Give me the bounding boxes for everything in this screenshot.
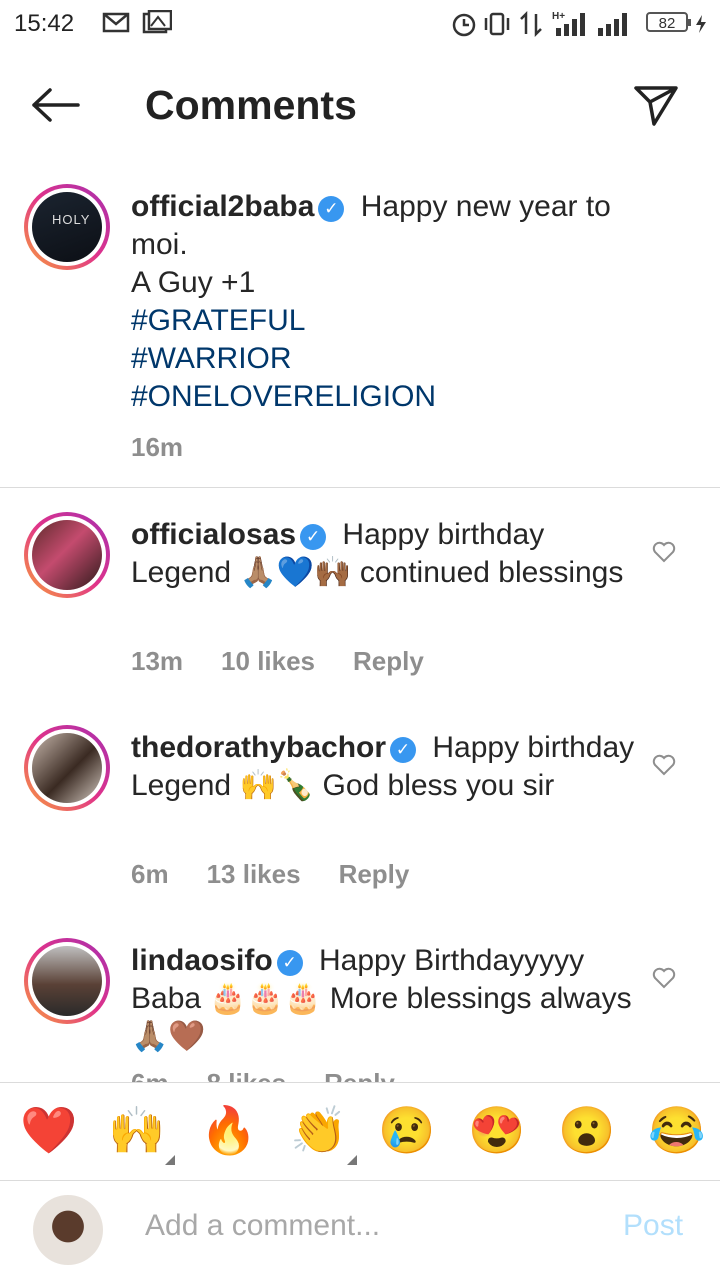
caption-meta: 16m <box>131 432 221 463</box>
heart-like-icon[interactable] <box>652 967 676 989</box>
quick-reactions-bar: ❤️ 🙌 🔥 👏 😢 😍 😮 😂 <box>0 1082 720 1181</box>
caption-time: 16m <box>131 432 184 462</box>
comment-composer: Add a comment... Post <box>0 1180 720 1281</box>
reply-button[interactable]: Reply <box>339 859 410 889</box>
verified-badge-icon: ✓ <box>276 950 303 976</box>
caption-line: A Guy +1 <box>131 266 256 299</box>
post-button[interactable]: Post <box>623 1209 683 1243</box>
hashtag-link[interactable]: #GRATEFUL <box>131 302 641 340</box>
comment-likes[interactable]: 10 likes <box>221 646 315 676</box>
hashtag-link[interactable]: #WARRIOR <box>131 340 641 378</box>
vibrate-icon <box>484 12 510 36</box>
comment-username[interactable]: officialosas <box>131 518 296 551</box>
verified-badge-icon: ✓ <box>300 524 327 550</box>
comment-text: thedorathybachor ✓ Happy birthday Legend … <box>131 729 641 805</box>
comment-text: officialosas ✓ Happy birthday Legend 🙏🏽💙🙌… <box>131 516 641 592</box>
status-time: 15:42 <box>14 10 75 37</box>
signal-icon <box>598 13 627 36</box>
page-title: Comments <box>145 82 357 128</box>
surprised-emoji-button[interactable]: 😮 <box>558 1105 615 1155</box>
crying-emoji-button[interactable]: 😢 <box>378 1105 435 1155</box>
raising-hands-emoji-button[interactable]: 🙌 <box>108 1105 176 1165</box>
charging-icon <box>696 15 706 33</box>
heart-emoji-button[interactable]: ❤️ <box>20 1105 77 1155</box>
hashtag-link[interactable]: #ONELOVERELIGION <box>131 378 641 416</box>
comment-time: 13m <box>131 646 184 676</box>
caption-text: official2baba ✓ Happy new year to moi. A … <box>131 188 641 416</box>
clapping-emoji-button[interactable]: 👏 <box>290 1105 358 1165</box>
battery-icon: 82 <box>646 12 691 32</box>
avatar[interactable] <box>24 725 110 811</box>
comment-time: 6m <box>131 859 169 889</box>
data-transfer-icon <box>520 10 542 38</box>
heart-like-icon[interactable] <box>652 754 676 776</box>
verified-badge-icon: ✓ <box>390 737 417 763</box>
caption-username[interactable]: official2baba <box>131 190 314 223</box>
svg-text:H+: H+ <box>552 11 565 22</box>
alarm-icon <box>452 13 476 37</box>
signal-h-plus-icon: H+ <box>552 11 585 36</box>
header: Comments <box>0 60 720 155</box>
reply-button[interactable]: Reply <box>353 646 424 676</box>
avatar[interactable]: HOLY <box>24 184 110 270</box>
divider <box>0 487 720 488</box>
fire-emoji-button[interactable]: 🔥 <box>200 1105 257 1155</box>
comment-meta: 13m 10 likes Reply <box>131 646 462 677</box>
comment-meta: 6m 13 likes Reply <box>131 859 447 890</box>
comment-text: lindaosifo ✓ Happy Birthdayyyyy Baba 🎂🎂🎂 … <box>131 942 641 1056</box>
status-bar: 15:42 H+ 82 <box>0 0 720 50</box>
verified-badge-icon: ✓ <box>318 196 345 222</box>
laughing-emoji-button[interactable]: 😂 <box>648 1105 705 1155</box>
back-arrow-icon[interactable] <box>30 85 82 125</box>
direct-share-icon[interactable] <box>632 80 680 128</box>
comment-input[interactable]: Add a comment... <box>145 1209 380 1243</box>
gallery-icon <box>142 10 172 34</box>
avatar[interactable] <box>24 938 110 1024</box>
comment-username[interactable]: thedorathybachor <box>131 731 386 764</box>
heart-eyes-emoji-button[interactable]: 😍 <box>468 1105 525 1155</box>
comment-username[interactable]: lindaosifo <box>131 944 273 977</box>
gmail-icon <box>102 12 130 33</box>
heart-like-icon[interactable] <box>652 541 676 563</box>
avatar[interactable] <box>24 512 110 598</box>
current-user-avatar <box>33 1195 103 1265</box>
comment-likes[interactable]: 13 likes <box>207 859 301 889</box>
avatar-cap-text: HOLY <box>52 212 91 227</box>
